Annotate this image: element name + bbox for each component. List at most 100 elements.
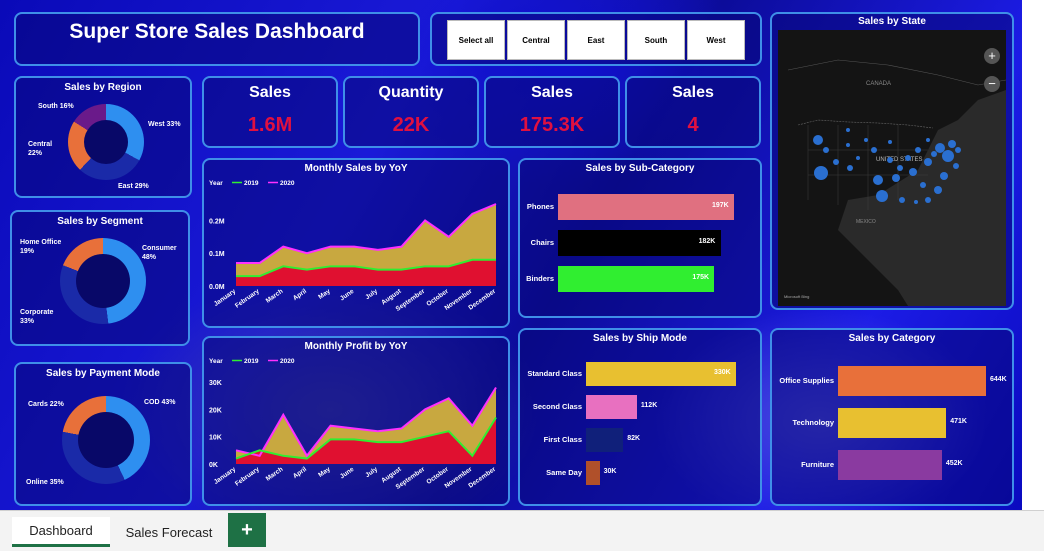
bar[interactable] xyxy=(558,266,715,292)
kpi-value: 1.6M xyxy=(247,114,293,136)
monthly-profit-panel: Monthly Profit by YoY Year 2019 2020 0K 10K 2… xyxy=(202,336,510,506)
legend-title: Year xyxy=(209,358,223,365)
kpi-value: 22K xyxy=(392,114,430,136)
y-tick-label: 0.0M xyxy=(209,284,225,291)
tab-sales-forecast[interactable]: Sales Forecast xyxy=(114,517,224,547)
region-label-west: West 33% xyxy=(148,121,181,128)
x-tick-label: July xyxy=(364,466,379,479)
y-tick-label: 0K xyxy=(209,462,218,469)
x-tick-label: March xyxy=(265,466,285,483)
bar-value-label: 330K xyxy=(714,369,731,376)
legend-label: 2020 xyxy=(280,180,295,187)
bar[interactable] xyxy=(558,194,734,220)
donut-hole xyxy=(78,412,134,468)
map-label-us: UNITED STATES xyxy=(876,157,922,163)
donut-hole xyxy=(84,120,128,164)
sales-chart-title: Monthly Sales by YoY xyxy=(304,163,408,174)
sales-by-payment-mode-panel: Sales by Payment Mode Cards 22% COD 43% … xyxy=(14,362,192,506)
bar[interactable] xyxy=(586,428,624,452)
payment-label-cod: COD 43% xyxy=(144,399,176,406)
slicer-east-button[interactable]: East xyxy=(567,20,625,60)
bar-value-label: 197K xyxy=(712,202,729,209)
bar-value-label: 644K xyxy=(990,376,1007,383)
monthly-profit-area-chart[interactable]: Year 2019 20200K10K20K30KJanuaryFebruary Ma… xyxy=(204,354,508,504)
kpi-value: 4 xyxy=(687,114,699,136)
y-tick-label: 30K xyxy=(209,380,222,387)
bar[interactable] xyxy=(558,230,721,256)
north-america-map: CANADA UNITED STATES MEXICO Microsoft Bi… xyxy=(778,30,1006,306)
map-view[interactable]: CANADA UNITED STATES MEXICO Microsoft Bi… xyxy=(778,30,1006,306)
x-tick-label: June xyxy=(339,466,356,481)
bar-label: Technology xyxy=(792,418,834,427)
map-attribution: Microsoft Bing xyxy=(784,294,809,299)
subcategory-chart-title: Sales by Sub-Category xyxy=(585,163,695,174)
x-tick-label: December xyxy=(467,288,497,312)
x-tick-label: February xyxy=(234,288,261,310)
y-tick-label: 20K xyxy=(209,407,222,414)
payment-label-online: Online 35% xyxy=(26,479,64,486)
x-tick-label: May xyxy=(317,466,332,479)
bar[interactable] xyxy=(586,395,637,419)
kpi-label: Sales xyxy=(249,84,291,101)
bar-label: Binders xyxy=(526,274,554,283)
shipmode-chart-title: Sales by Ship Mode xyxy=(593,333,687,344)
bar-value-label: 112K xyxy=(640,402,658,409)
region-label-south: South 16% xyxy=(38,103,74,110)
slicer-central-button[interactable]: Central xyxy=(507,20,565,60)
sales-by-subcategory-panel: Sales by Sub-Category Phones 197K Chairs 18… xyxy=(518,158,762,318)
payment-label-cards: Cards 22% xyxy=(28,401,64,408)
bar[interactable] xyxy=(838,450,942,480)
bar-label: First Class xyxy=(543,435,582,444)
kpi-card-sales-2: Sales 175.3K xyxy=(484,76,620,148)
segment-chart-title: Sales by Segment xyxy=(57,216,143,227)
monthly-sales-area-chart[interactable]: Year 2019 20200.0M0.1M0.2MJanuaryFebruary M… xyxy=(204,176,508,326)
x-tick-label: April xyxy=(292,466,308,480)
zoom-out-button[interactable]: − xyxy=(984,76,1000,92)
dashboard-canvas: Super Store Sales Dashboard Select all C… xyxy=(0,0,1022,510)
map-title: Sales by State xyxy=(858,16,926,27)
kpi-label: Sales xyxy=(672,84,714,101)
x-tick-label: March xyxy=(265,288,285,305)
kpi-card-sales: Sales 1.6M xyxy=(202,76,338,148)
y-tick-label: 0.2M xyxy=(209,218,225,225)
slicer-select-all-button[interactable]: Select all xyxy=(447,20,505,60)
category-chart-title: Sales by Category xyxy=(848,333,936,344)
bar-label: Furniture xyxy=(801,460,834,469)
bar-label: Second Class xyxy=(532,402,582,411)
region-slicer: Select all Central East South West xyxy=(430,12,762,66)
sales-by-region-panel: Sales by Region South 16% West 33% Centr… xyxy=(14,76,192,198)
bar-label: Phones xyxy=(526,202,554,211)
legend-label: 2019 xyxy=(244,180,259,187)
slicer-west-button[interactable]: West xyxy=(687,20,745,60)
region-label-central: Central 22% xyxy=(28,141,53,157)
bar[interactable] xyxy=(838,366,986,396)
sheet-tab-bar: Dashboard Sales Forecast + xyxy=(0,510,1044,551)
kpi-card-sales-3: Sales 4 xyxy=(625,76,761,148)
sales-by-segment-panel: Sales by Segment Home Office 19% Consume… xyxy=(10,210,190,346)
zoom-in-button[interactable]: + xyxy=(984,48,1000,64)
add-sheet-button[interactable]: + xyxy=(228,513,266,547)
kpi-value: 175.3K xyxy=(519,114,585,136)
donut-hole xyxy=(76,254,130,308)
sales-by-shipmode-panel: Sales by Ship Mode Standard Class 330K Sec… xyxy=(518,328,762,506)
slicer-south-button[interactable]: South xyxy=(627,20,685,60)
x-tick-label: June xyxy=(339,288,356,303)
title-panel: Super Store Sales Dashboard xyxy=(14,12,420,66)
x-tick-label: December xyxy=(467,466,497,490)
bar-label: Same Day xyxy=(546,468,582,477)
x-tick-label: July xyxy=(364,288,379,301)
profit-chart-title: Monthly Profit by YoY xyxy=(304,341,408,352)
zoom-out-icon: − xyxy=(988,76,996,91)
x-tick-label: April xyxy=(292,288,308,302)
bar-value-label: 175K xyxy=(692,274,710,281)
y-tick-label: 10K xyxy=(209,435,222,442)
payment-chart-title: Sales by Payment Mode xyxy=(46,368,160,379)
bar-value-label: 182K xyxy=(698,238,716,245)
bar[interactable] xyxy=(586,461,600,485)
svg-text:MEXICO: MEXICO xyxy=(856,219,876,225)
tab-dashboard[interactable]: Dashboard xyxy=(12,517,110,547)
bar-value-label: 452K xyxy=(945,460,963,467)
segment-label-home-office: Home Office 19% xyxy=(20,239,62,255)
bar[interactable] xyxy=(838,408,947,438)
kpi-card-quantity: Quantity 22K xyxy=(343,76,479,148)
